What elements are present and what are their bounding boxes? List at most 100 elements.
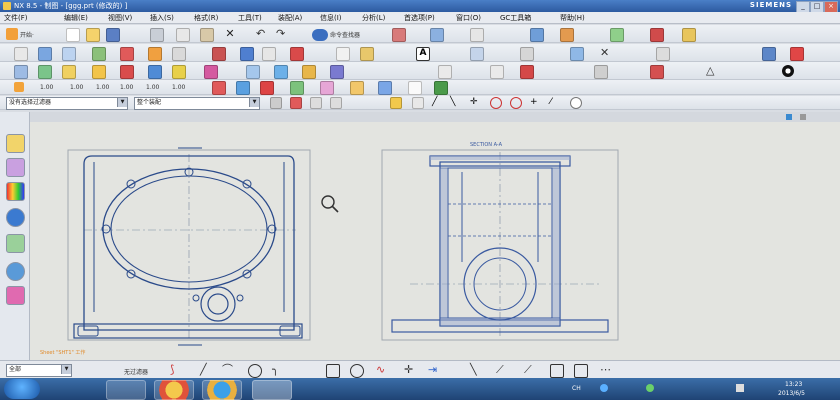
scope-select[interactable]: 整个装配 ▼ — [134, 97, 260, 110]
open-folder-icon[interactable] — [86, 28, 100, 42]
snap-bounded-icon[interactable] — [570, 97, 582, 109]
new-sheet-icon[interactable] — [14, 47, 28, 61]
dim-blue-icon[interactable] — [236, 81, 250, 95]
snap-tangent-icon[interactable]: ╲ — [450, 97, 460, 107]
update-views-icon[interactable] — [560, 28, 574, 42]
dim-preset-6[interactable]: 1.00 — [172, 84, 185, 91]
snap-endpoint-icon[interactable] — [390, 97, 402, 109]
snap-quadrant-icon[interactable] — [510, 97, 522, 109]
menu-information[interactable]: 信息(I) — [320, 13, 342, 23]
save-icon[interactable] — [106, 28, 120, 42]
menu-file[interactable]: 文件(F) — [4, 13, 28, 23]
circle-tool-icon[interactable] — [248, 364, 262, 378]
model-icon[interactable] — [38, 65, 52, 79]
shade-icon[interactable] — [172, 65, 186, 79]
paint-icon[interactable] — [120, 65, 134, 79]
feature-icon[interactable] — [62, 65, 76, 79]
dim-preset-2[interactable]: 1.00 — [70, 84, 83, 91]
selection-icon-4[interactable] — [330, 97, 342, 109]
tray-app-icon[interactable] — [646, 384, 654, 392]
point-tool-icon[interactable] — [350, 364, 364, 378]
drawing-template-icon[interactable] — [246, 65, 260, 79]
snap-point-on-curve-icon[interactable]: + — [530, 97, 540, 107]
material-icon[interactable] — [204, 65, 218, 79]
frame-icon[interactable] — [490, 65, 504, 79]
menu-assemblies[interactable]: 装配(A) — [278, 13, 302, 23]
derived-lines-icon[interactable] — [574, 364, 588, 378]
snap-existing-point-icon[interactable]: ⁄ — [550, 97, 560, 107]
bolt-circle-icon[interactable] — [262, 47, 276, 61]
title-block-icon[interactable] — [302, 65, 316, 79]
taskbar-explorer-icon[interactable] — [106, 380, 146, 400]
text-note-icon[interactable]: A — [416, 47, 430, 61]
snap-profile-icon[interactable]: ⟆ — [170, 364, 182, 376]
part-navigator-icon[interactable] — [14, 65, 28, 79]
view-icon[interactable] — [610, 28, 624, 42]
menu-analysis[interactable]: 分析(L) — [362, 13, 385, 23]
dim-pink-icon[interactable] — [320, 81, 334, 95]
hide-icon[interactable] — [790, 47, 804, 61]
base-view-icon[interactable] — [38, 47, 52, 61]
dim-light-blue-icon[interactable] — [378, 81, 392, 95]
make-corner-icon[interactable]: ╲ — [470, 364, 482, 376]
dim-red-icon[interactable] — [212, 81, 226, 95]
dim-preset-4[interactable]: 1.00 — [120, 84, 133, 91]
quick-extend-icon[interactable]: ⇥ — [428, 364, 440, 376]
start-icon[interactable] — [6, 28, 18, 40]
preferences-icon[interactable] — [682, 28, 696, 42]
break-view-icon[interactable] — [148, 47, 162, 61]
taskbar-nx-icon[interactable] — [252, 380, 292, 400]
checkmark-icon[interactable] — [570, 47, 584, 61]
view-boundary-icon[interactable] — [172, 47, 186, 61]
clock-date[interactable]: 2013/6/5 — [778, 390, 805, 397]
table-icon[interactable] — [470, 28, 484, 42]
snap-midpoint-icon[interactable] — [412, 97, 424, 109]
dim-white-icon[interactable] — [408, 81, 422, 95]
fillet-tool-icon[interactable]: ╮ — [272, 364, 284, 376]
selection-icon-3[interactable] — [310, 97, 322, 109]
symbol-icon[interactable] — [330, 65, 344, 79]
taskbar-browser-icon[interactable] — [202, 380, 242, 400]
menu-help[interactable]: 帮助(H) — [560, 13, 585, 23]
taskbar-picasa-icon[interactable] — [154, 380, 194, 400]
dim-green-icon[interactable] — [290, 81, 304, 95]
mirror-curve-icon[interactable]: ⟋ — [524, 364, 536, 376]
history-icon[interactable] — [6, 262, 25, 281]
menu-gc-toolkit[interactable]: GC工具箱 — [500, 13, 531, 23]
sheet-icon[interactable] — [530, 28, 544, 42]
redo-icon[interactable]: ↷ — [276, 28, 288, 40]
arc-tool-icon[interactable]: ⌒ — [222, 364, 234, 376]
snap-center-icon[interactable] — [490, 97, 502, 109]
paste-icon[interactable] — [200, 28, 214, 42]
copy-icon[interactable] — [176, 28, 190, 42]
zoom-icon[interactable] — [470, 47, 484, 61]
dim-preset-1[interactable]: 1.00 — [40, 84, 53, 91]
snap-point-icon[interactable] — [656, 47, 670, 61]
centerline-icon[interactable] — [212, 47, 226, 61]
section-view-icon[interactable] — [120, 47, 134, 61]
language-indicator[interactable]: CH — [572, 385, 581, 392]
new-file-icon[interactable] — [66, 28, 80, 42]
delete-icon[interactable]: ✕ — [224, 28, 236, 40]
studio-spline-icon[interactable]: ∿ — [376, 364, 388, 376]
menu-format[interactable]: 格式(R) — [194, 13, 218, 23]
dim-preset-3[interactable]: 1.00 — [96, 84, 109, 91]
pattern-curve-icon[interactable] — [550, 364, 564, 378]
rectangle-view-icon[interactable] — [438, 65, 452, 79]
note-icon[interactable] — [336, 47, 350, 61]
selection-icon-2[interactable] — [290, 97, 302, 109]
windows-start-button[interactable] — [4, 379, 40, 399]
annotation-icon[interactable] — [650, 28, 664, 42]
selection-icon-1[interactable] — [270, 97, 282, 109]
clock-time[interactable]: 13:23 — [785, 381, 802, 388]
layer-settings-icon[interactable] — [430, 28, 444, 42]
cut-icon[interactable] — [150, 28, 164, 42]
projected-view-icon[interactable] — [62, 47, 76, 61]
dim-gold-icon[interactable] — [350, 81, 364, 95]
tray-volume-icon[interactable] — [736, 384, 744, 392]
dim-preset-5[interactable]: 1.00 — [146, 84, 159, 91]
line-tool-icon[interactable]: ╱ — [200, 364, 212, 376]
balloon-icon[interactable] — [360, 47, 374, 61]
roles-icon[interactable] — [6, 286, 25, 305]
dim-marker-icon[interactable] — [260, 81, 274, 95]
